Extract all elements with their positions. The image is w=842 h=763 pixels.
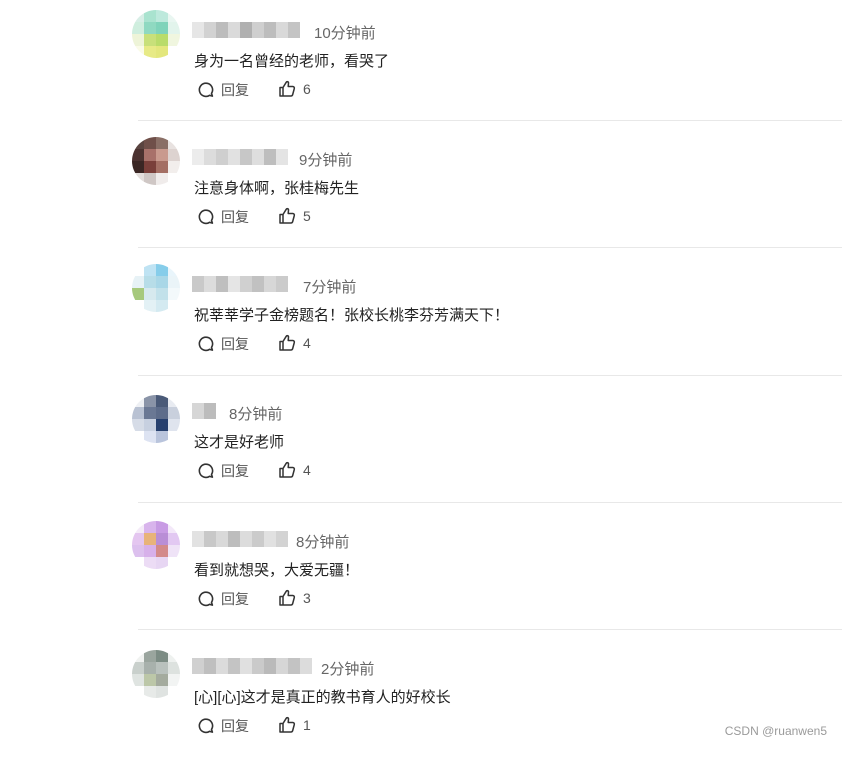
reply-button[interactable]: 回复	[197, 589, 249, 609]
avatar[interactable]	[132, 650, 180, 698]
like-count: 4	[303, 335, 311, 351]
comment-time: 8分钟前	[229, 406, 283, 423]
avatar[interactable]	[132, 137, 180, 185]
avatar[interactable]	[132, 521, 180, 569]
divider	[138, 375, 842, 376]
comment-time: 9分钟前	[299, 152, 353, 169]
reply-label: 回复	[221, 82, 249, 98]
like-button[interactable]: 4	[278, 334, 311, 352]
username-redacted[interactable]	[192, 276, 288, 292]
comment-time: 10分钟前	[314, 25, 376, 42]
reply-button[interactable]: 回复	[197, 207, 249, 227]
avatar[interactable]	[132, 395, 180, 443]
reply-label: 回复	[221, 718, 249, 734]
divider	[138, 120, 842, 121]
comment-time: 2分钟前	[321, 661, 375, 678]
reply-icon	[198, 463, 214, 479]
like-count: 4	[303, 462, 311, 478]
reply-icon	[198, 209, 214, 225]
reply-button[interactable]: 回复	[197, 80, 249, 100]
reply-label: 回复	[221, 336, 249, 352]
thumbs-up-icon	[279, 207, 296, 224]
comment-text: 身为一名曾经的老师，看哭了	[194, 53, 390, 70]
username-redacted[interactable]	[192, 531, 288, 547]
like-count: 6	[303, 81, 311, 97]
like-count: 3	[303, 590, 311, 606]
comment-time: 8分钟前	[296, 534, 350, 551]
comment-item: 2分钟前 [心][心]这才是真正的教书育人的好校长 回复 1	[0, 636, 842, 763]
divider	[138, 247, 842, 248]
reply-button[interactable]: 回复	[197, 334, 249, 354]
reply-label: 回复	[221, 463, 249, 479]
reply-icon	[198, 591, 214, 607]
like-button[interactable]: 4	[278, 461, 311, 479]
reply-icon	[198, 718, 214, 734]
reply-icon	[198, 82, 214, 98]
like-button[interactable]: 5	[278, 207, 311, 225]
username-redacted[interactable]	[192, 149, 288, 165]
reply-label: 回复	[221, 591, 249, 607]
username-redacted[interactable]	[192, 22, 300, 38]
comment-text: 祝莘莘学子金榜题名！张校长桃李芬芳满天下！	[194, 307, 510, 324]
comment-item: 8分钟前 这才是好老师 回复 4	[0, 381, 842, 508]
reply-label: 回复	[221, 209, 249, 225]
thumbs-up-icon	[279, 589, 296, 606]
comment-item: 7分钟前 祝莘莘学子金榜题名！张校长桃李芬芳满天下！ 回复 4	[0, 254, 842, 381]
like-count: 1	[303, 717, 311, 733]
like-button[interactable]: 6	[278, 80, 311, 98]
watermark: CSDN @ruanwen5	[724, 724, 827, 738]
reply-button[interactable]: 回复	[197, 461, 249, 481]
comment-time: 7分钟前	[303, 279, 357, 296]
divider	[138, 502, 842, 503]
avatar[interactable]	[132, 264, 180, 312]
like-button[interactable]: 1	[278, 716, 311, 734]
thumbs-up-icon	[279, 334, 296, 351]
thumbs-up-icon	[279, 80, 296, 97]
comment-text: 注意身体啊，张桂梅先生	[194, 180, 360, 197]
thumbs-up-icon	[279, 716, 296, 733]
avatar[interactable]	[132, 10, 180, 58]
comment-text: [心][心]这才是真正的教书育人的好校长	[194, 689, 451, 706]
divider	[138, 629, 842, 630]
username-redacted[interactable]	[192, 403, 216, 419]
like-count: 5	[303, 208, 311, 224]
username-redacted[interactable]	[192, 658, 312, 674]
comment-item: 10分钟前 身为一名曾经的老师，看哭了 回复 6	[0, 0, 842, 127]
like-button[interactable]: 3	[278, 589, 311, 607]
reply-button[interactable]: 回复	[197, 716, 249, 736]
comment-text: 看到就想哭，大爱无疆！	[194, 562, 360, 579]
comment-text: 这才是好老师	[194, 434, 285, 451]
comment-item: 8分钟前 看到就想哭，大爱无疆！ 回复 3	[0, 509, 842, 636]
reply-icon	[198, 336, 214, 352]
comment-item: 9分钟前 注意身体啊，张桂梅先生 回复 5	[0, 127, 842, 254]
thumbs-up-icon	[279, 461, 296, 478]
